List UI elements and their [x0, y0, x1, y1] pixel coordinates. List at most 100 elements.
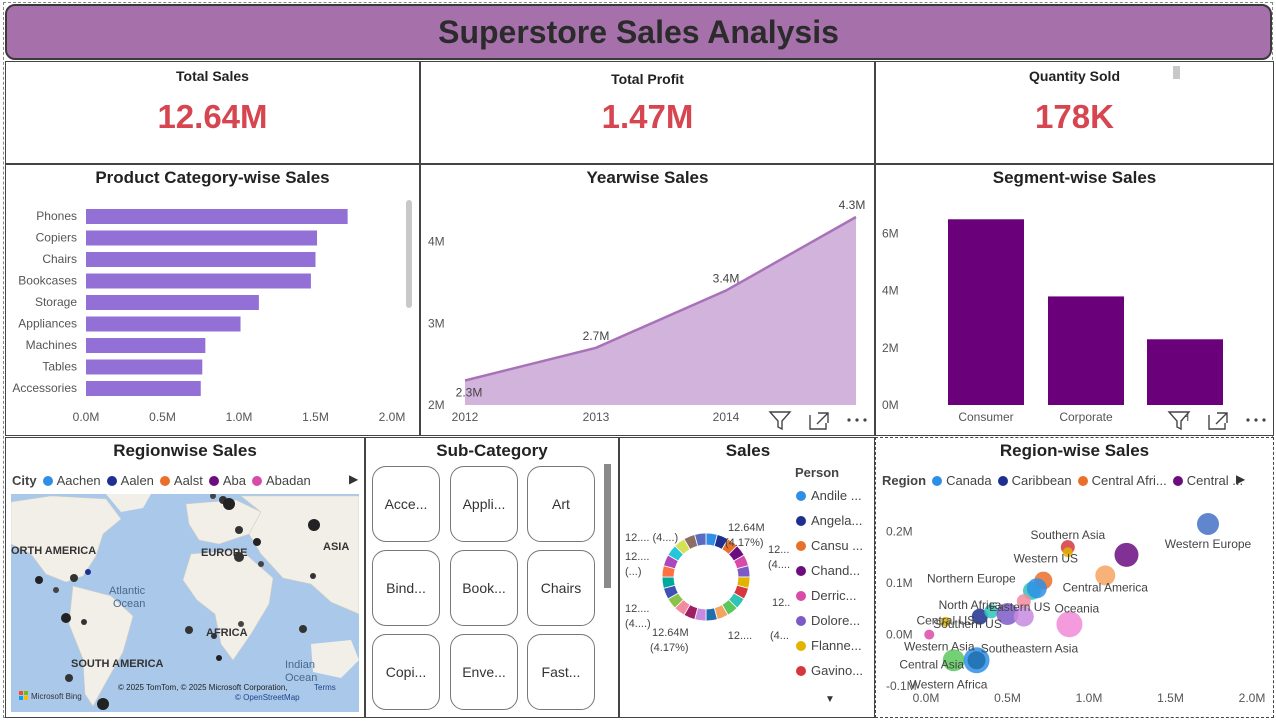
filter-icon[interactable]: [1167, 409, 1191, 431]
point-label: Western US: [1014, 551, 1078, 565]
x-tick-label: 0.0M: [913, 691, 940, 705]
category-label: Appliances: [18, 317, 77, 331]
legend-next-arrow-icon[interactable]: ▶: [1236, 472, 1245, 486]
map-label: Ocean: [113, 598, 145, 610]
vertical-scrollbar[interactable]: [604, 464, 611, 588]
donut-label: (4....): [625, 618, 651, 630]
legend-item[interactable]: Derric...: [796, 588, 857, 603]
legend-dot: [42, 475, 53, 486]
map-credit: © 2025 TomTom, © 2025 Microsoft Corporat…: [118, 683, 288, 692]
subcategory-tile[interactable]: Copi...: [372, 634, 440, 710]
legend-item[interactable]: Abadan: [266, 473, 311, 488]
point-label: Southern US: [933, 617, 1002, 631]
legend-item[interactable]: Angela...: [796, 513, 862, 528]
more-options-icon[interactable]: [1244, 415, 1268, 425]
subcategory-tile[interactable]: Fast...: [527, 634, 595, 710]
kpi-label: Total Profit: [611, 71, 684, 87]
category-bar: [86, 338, 206, 353]
scatter-point: [1114, 542, 1139, 567]
focus-mode-icon[interactable]: [1207, 411, 1229, 431]
focus-mode-icon[interactable]: [808, 411, 830, 431]
legend-dot: [796, 615, 806, 626]
donut-label: 12....: [625, 551, 649, 563]
legend-label: Dolore...: [811, 613, 861, 628]
segment-bar: [1147, 339, 1223, 405]
kpi-value: 12.64M: [157, 98, 268, 135]
region-sales-scatter-panel[interactable]: Region-wise Sales Region Canada Caribbea…: [875, 437, 1274, 718]
legend-item[interactable]: Central ...: [1187, 473, 1243, 488]
legend-label: Gavino...: [811, 663, 864, 678]
regionwise-map-panel[interactable]: Regionwise Sales City Aachen Aalen Aalst…: [5, 437, 365, 718]
category-label: Bookcases: [18, 274, 77, 288]
x-tick-label: 1.5M: [302, 410, 329, 424]
legend-scroll-down-icon[interactable]: ▼: [825, 694, 835, 705]
category-label: Accessories: [12, 381, 77, 395]
legend-item[interactable]: Chand...: [796, 563, 860, 578]
map-label: Ocean: [285, 672, 317, 684]
legend-item[interactable]: Aba: [223, 473, 246, 488]
panel-title: Sales: [725, 441, 771, 460]
legend-item[interactable]: Aalen: [121, 473, 154, 488]
region-legend: Region Canada Caribbean Central Afri... …: [882, 473, 1243, 488]
kpi-card-total-sales[interactable]: Total Sales 12.64M: [5, 61, 420, 164]
subcategory-tile[interactable]: Enve...: [450, 634, 518, 710]
legend-item[interactable]: Gavino...: [796, 663, 863, 678]
legend-label: Cansu ...: [811, 538, 864, 553]
x-tick-label: 1.5M: [1157, 691, 1184, 705]
kpi-value: 1.47M: [601, 98, 694, 135]
legend-dot: [796, 640, 806, 651]
x-tick-label: 0.0M: [73, 410, 100, 424]
category-bar: [86, 381, 201, 396]
person-donut-chart: 12.64M (4.17%) 12.... (4....) 12.... (...) 12…: [625, 522, 790, 654]
subcategory-tile[interactable]: Book...: [450, 550, 518, 626]
legend-item[interactable]: Central Afri...: [1092, 473, 1167, 488]
x-tick-label: Corporate: [1059, 410, 1113, 424]
map-label: SOUTH AMERICA: [71, 658, 164, 670]
more-options-icon[interactable]: [845, 415, 869, 425]
legend-dot: [796, 590, 806, 601]
vertical-scrollbar[interactable]: [406, 200, 412, 308]
x-tick-label: Consumer: [958, 410, 1013, 424]
legend-item[interactable]: Dolore...: [796, 613, 860, 628]
point-label: Central America: [1063, 580, 1149, 594]
resize-handle[interactable]: [1173, 66, 1180, 79]
filter-icon[interactable]: [768, 409, 792, 431]
legend-item[interactable]: Andile ...: [796, 488, 862, 503]
donut-label: 12....: [772, 597, 790, 609]
legend-item[interactable]: Aachen: [57, 473, 101, 488]
kpi-card-quantity-sold[interactable]: Quantity Sold 178K: [875, 61, 1274, 164]
yearwise-sales-panel[interactable]: Yearwise Sales 2.3M 2.7M 3.4M 4.3M 2M 3M 4M 201…: [420, 164, 875, 436]
map-terms-link[interactable]: Terms: [314, 683, 336, 692]
subcategory-tile[interactable]: Art: [527, 466, 595, 542]
subcategory-slicer-panel[interactable]: Sub-Category Acce... Appli... Art Bind..…: [365, 437, 619, 718]
x-tick-label: 2012: [452, 410, 479, 424]
point-label: Central Asia: [899, 657, 964, 671]
segment-bar: [1048, 296, 1124, 405]
point-label: Western Asia: [904, 640, 975, 654]
map-osm-link[interactable]: © OpenStreetMap: [235, 693, 300, 702]
segment-sales-panel[interactable]: Segment-wise Sales ConsumerCorporateH0M2…: [875, 164, 1274, 436]
category-bar: [86, 273, 311, 289]
subcategory-tile[interactable]: Bind...: [372, 550, 440, 626]
legend-item[interactable]: Aalst: [174, 473, 203, 488]
category-sales-panel[interactable]: Product Category-wise Sales Phones Copier…: [5, 164, 420, 436]
subcategory-tile[interactable]: Acce...: [372, 466, 440, 542]
kpi-label: Total Sales: [176, 68, 249, 84]
legend-item[interactable]: Canada: [946, 473, 992, 488]
category-label: Phones: [36, 209, 77, 223]
subcategory-tile[interactable]: Chairs: [527, 550, 595, 626]
x-tick-label: 2014: [713, 410, 740, 424]
legend-item[interactable]: Cansu ...: [796, 538, 863, 553]
region-scatter-chart: Western Europe Southern Asia Western US Cen…: [886, 513, 1265, 705]
scatter-point: [1196, 513, 1219, 535]
legend-label: Flanne...: [811, 638, 862, 653]
kpi-card-total-profit[interactable]: Total Profit 1.47M: [420, 61, 875, 164]
legend-next-arrow-icon[interactable]: ▶: [349, 472, 358, 486]
legend-dot: [1172, 475, 1183, 486]
subcategory-tile[interactable]: Appli...: [450, 466, 518, 542]
world-map[interactable]: ORTH AMERICA EUROPE ASIA Atlantic Ocean …: [11, 494, 359, 712]
data-label: 2.3M: [456, 385, 483, 399]
legend-item[interactable]: Caribbean: [1012, 473, 1072, 488]
legend-item[interactable]: Flanne...: [796, 638, 862, 653]
y-tick-label: 2M: [882, 341, 899, 355]
